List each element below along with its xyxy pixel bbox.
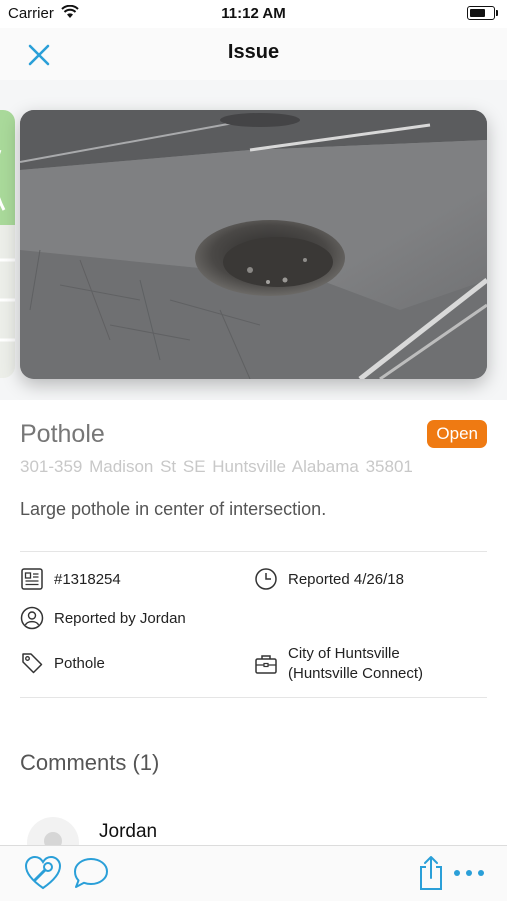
issue-type-title: Pothole xyxy=(20,420,105,448)
battery-icon xyxy=(467,6,498,20)
department-program: (Huntsville Connect) xyxy=(288,665,424,682)
issue-id: #1318254 xyxy=(54,570,121,588)
share-icon xyxy=(420,856,442,890)
issue-category: Pothole xyxy=(54,654,105,672)
clock-icon xyxy=(255,568,277,590)
issue-address: 301-359 Madison St SE Huntsville Alabama… xyxy=(20,457,413,476)
briefcase-icon xyxy=(255,655,277,674)
reported-date: Reported 4/26/18 xyxy=(288,570,404,588)
category-row: Pothole xyxy=(20,651,105,675)
page-title: Issue xyxy=(227,41,280,63)
comment-button[interactable] xyxy=(72,856,110,895)
heart-wrench-icon xyxy=(24,855,62,890)
comment-icon xyxy=(74,858,108,888)
department-row: City of Huntsville (Huntsville Connect) xyxy=(254,644,423,684)
divider xyxy=(20,551,487,552)
status-badge: Open xyxy=(427,420,487,448)
divider xyxy=(20,697,487,698)
comment-author: Jordan xyxy=(99,821,158,842)
reported-by-row: Reported by Jordan xyxy=(20,606,186,630)
tag-icon xyxy=(22,653,43,674)
more-options-button[interactable] xyxy=(452,866,486,884)
issue-photo[interactable] xyxy=(20,110,487,379)
previous-map-card[interactable] xyxy=(0,110,15,378)
reported-by: Reported by Jordan xyxy=(54,609,186,627)
department-name: City of Huntsville xyxy=(288,645,400,662)
navigation-bar: Issue xyxy=(0,28,507,81)
ticket-icon xyxy=(21,568,43,590)
photo-carousel[interactable] xyxy=(0,80,507,400)
status-bar: Carrier 11:12 AM xyxy=(0,0,507,28)
issue-id-row: #1318254 xyxy=(20,567,121,591)
reported-date-row: Reported 4/26/18 xyxy=(254,567,404,591)
issue-description: Large pothole in center of intersection. xyxy=(20,499,327,519)
clock-time: 11:12 AM xyxy=(221,5,286,22)
bottom-toolbar xyxy=(0,845,507,901)
support-button[interactable] xyxy=(24,855,62,896)
comments-heading: Comments (1) xyxy=(20,750,160,775)
user-icon xyxy=(20,606,44,630)
pothole-photo xyxy=(20,110,487,379)
share-button[interactable] xyxy=(418,855,444,896)
more-icon xyxy=(454,870,484,876)
